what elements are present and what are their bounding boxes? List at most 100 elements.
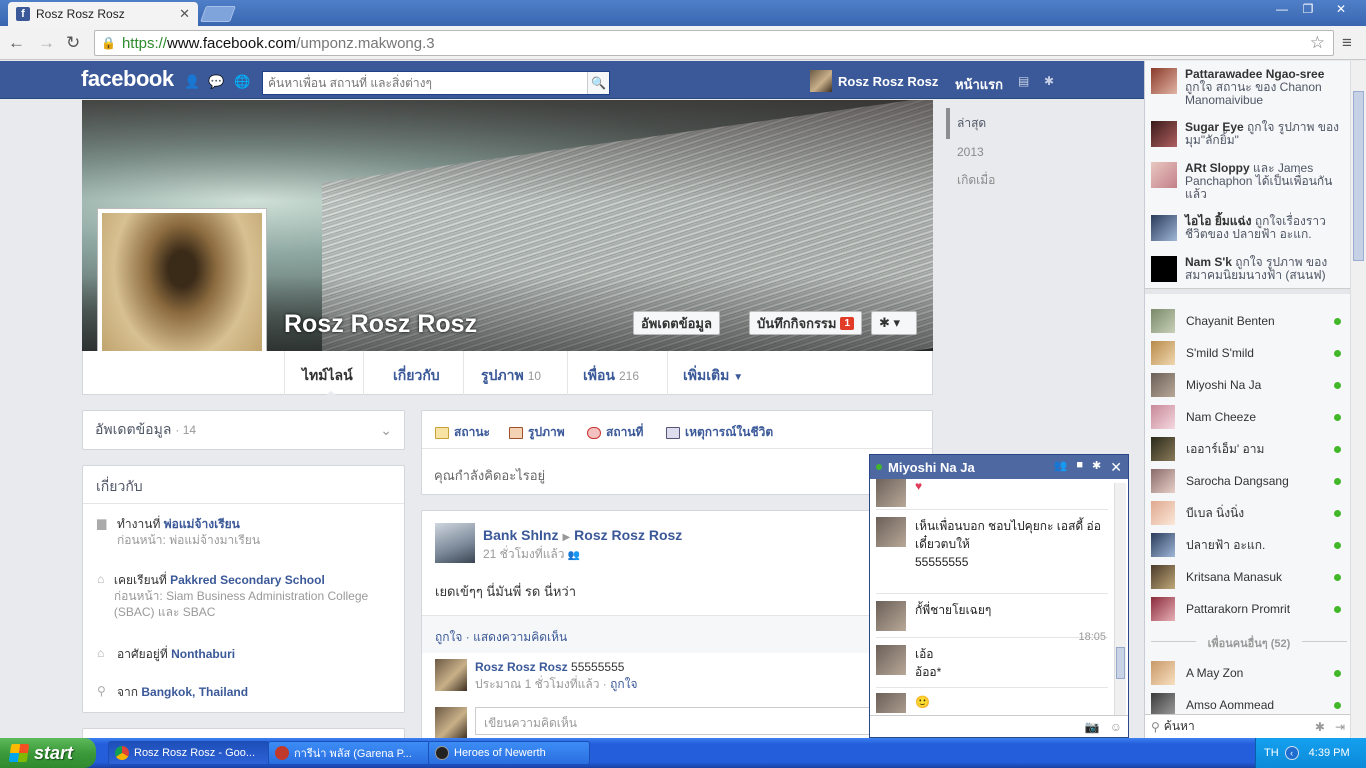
page-scrollbar[interactable] bbox=[1350, 61, 1366, 738]
comment-avatar[interactable] bbox=[435, 659, 467, 691]
ticker-item[interactable]: Sugar Eye ถูกใจ รูปภาพ ของ มุม"ลักยิ้ม" bbox=[1151, 121, 1343, 147]
ticker-item[interactable]: ARt Sloppy และ James Panchaphon ได้เป็นเ… bbox=[1151, 162, 1343, 201]
friend-online[interactable]: Pattarakorn Promrit bbox=[1151, 596, 1341, 622]
chat-scrollbar[interactable] bbox=[1114, 483, 1126, 715]
url-path: /umponz.makwong.3 bbox=[296, 34, 435, 52]
start-button[interactable]: start bbox=[0, 738, 96, 768]
friend-online[interactable]: Miyoshi Na Ja bbox=[1151, 372, 1341, 398]
location-pin-icon: ⚲ bbox=[97, 684, 106, 698]
notifications-globe-icon[interactable]: 🌐 bbox=[234, 74, 250, 89]
friend-online[interactable]: ปลายฟ้า อะแก. bbox=[1151, 532, 1341, 558]
friend-online[interactable]: A May Zon bbox=[1151, 660, 1341, 686]
hide-sidebar-icon[interactable]: ⇥ bbox=[1335, 720, 1345, 734]
minimize-button[interactable]: — bbox=[1268, 0, 1296, 18]
chat-settings-gear-icon[interactable]: ✱ bbox=[1092, 459, 1101, 476]
taskbar-item-hon[interactable]: Heroes of Newerth bbox=[428, 741, 590, 765]
user-profile-link[interactable]: Rosz Rosz Rosz bbox=[810, 70, 938, 92]
garena-icon bbox=[275, 746, 289, 760]
chat-input[interactable]: 📷 ☺ bbox=[870, 715, 1128, 737]
camera-icon[interactable]: 📷 bbox=[1085, 720, 1100, 734]
composer-tab-photo[interactable]: รูปภาพ bbox=[509, 423, 565, 442]
tab-more[interactable]: เพิ่มเติม ▼ bbox=[683, 365, 743, 387]
update-info-box[interactable]: อัพเดตข้อมูล · 14 ⌄ bbox=[82, 410, 405, 450]
chrome-menu-icon[interactable]: ≡ bbox=[1342, 33, 1352, 53]
post-text: เยดเข้ๆๆ นี่มันพี่ รด นี่หว่า bbox=[435, 584, 577, 599]
ticker-item[interactable]: Nam S'k ถูกใจ รูปภาพ ของ สมาคมนิยมนางฟ้า… bbox=[1151, 256, 1343, 282]
friend-online[interactable]: Kritsana Manasuk bbox=[1151, 564, 1341, 590]
tab-photos[interactable]: รูปภาพ 10 bbox=[481, 365, 541, 387]
tray-expand-icon[interactable]: ‹ bbox=[1284, 746, 1299, 760]
language-indicator[interactable]: TH bbox=[1264, 747, 1279, 759]
maximize-button[interactable]: ❐ bbox=[1294, 0, 1322, 18]
profile-name[interactable]: Rosz Rosz Rosz bbox=[284, 310, 477, 339]
search-input[interactable] bbox=[263, 73, 587, 93]
clock[interactable]: 4:39 PM bbox=[1309, 747, 1350, 759]
composer-tab-status[interactable]: สถานะ bbox=[435, 423, 490, 442]
chat-timestamp: 18:05 bbox=[1078, 631, 1106, 643]
friend-requests-icon[interactable]: 👤 bbox=[184, 74, 200, 89]
emoticon-icon[interactable]: ☺ bbox=[1110, 720, 1122, 734]
update-info-button[interactable]: อัพเดตข้อมูล bbox=[633, 311, 720, 335]
timeline-nav-recent[interactable]: ล่าสุด bbox=[946, 108, 995, 139]
about-header[interactable]: เกี่ยวกับ bbox=[83, 466, 404, 504]
taskbar-item-chrome[interactable]: Rosz Rosz Rosz - Goo... bbox=[108, 741, 270, 765]
ticker-item[interactable]: ไอไอ ยิ้มแฉ่ง ถูกใจเรื่องราวชีวิตของ ปลา… bbox=[1151, 215, 1343, 241]
forward-arrow-icon[interactable]: → bbox=[38, 33, 55, 53]
bookmark-star-icon[interactable]: ☆ bbox=[1310, 33, 1325, 53]
post-timestamp[interactable]: 21 ชั่วโมงที่แล้ว 👥 bbox=[483, 545, 580, 564]
ticker-item[interactable]: Pattarawadee Ngao-sree ถูกใจ สถานะ ของ C… bbox=[1151, 68, 1343, 107]
friend-online[interactable]: Chayanit Benten bbox=[1151, 308, 1341, 334]
status-input[interactable]: คุณกำลังคิดอะไรอยู่ bbox=[422, 448, 932, 494]
composer-tab-life-event[interactable]: เหตุการณ์ในชีวิต bbox=[666, 423, 773, 442]
chat-header[interactable]: Miyoshi Na Ja 👥 ■ ✱ ✕ bbox=[870, 455, 1128, 479]
chat-message: กั้พี่ชายโยเฉยๆ bbox=[876, 601, 991, 631]
post-author-link[interactable]: Bank ShInz bbox=[483, 527, 558, 543]
browser-tab[interactable]: f Rosz Rosz Rosz ✕ bbox=[8, 2, 198, 26]
lives-in-link[interactable]: Nonthaburi bbox=[171, 647, 235, 661]
reload-icon[interactable]: ↻ bbox=[66, 33, 80, 53]
sidebar-search-input[interactable]: ค้นหา bbox=[1164, 717, 1195, 736]
friend-online[interactable]: S'mild S'mild bbox=[1151, 340, 1341, 366]
address-bar[interactable]: 🔒 https:// www.facebook.com /umponz.makw… bbox=[94, 30, 1334, 56]
settings-gear-icon[interactable]: ✱ bbox=[1044, 74, 1054, 88]
tab-close-icon[interactable]: ✕ bbox=[179, 6, 190, 22]
messages-icon[interactable]: 💬 bbox=[208, 74, 224, 89]
school-link[interactable]: Pakkred Secondary School bbox=[170, 573, 325, 587]
ticker-resize-handle[interactable] bbox=[1145, 288, 1351, 294]
comment-like-link[interactable]: ถูกใจ bbox=[610, 677, 637, 691]
timeline-nav-2013[interactable]: 2013 bbox=[946, 139, 995, 165]
close-window-button[interactable]: ✕ bbox=[1326, 0, 1356, 18]
comment-author-link[interactable]: Rosz Rosz Rosz bbox=[475, 660, 568, 674]
activity-log-button[interactable]: บันทึกกิจกรรม 1 bbox=[749, 311, 863, 335]
post-author-avatar[interactable] bbox=[435, 523, 475, 563]
friend-online[interactable]: เออาร์เอ็ม' อาม bbox=[1151, 436, 1341, 462]
home-link[interactable]: หน้าแรก bbox=[955, 74, 1003, 95]
search-icon[interactable]: 🔍 bbox=[587, 72, 609, 94]
comment-input[interactable]: เขียนความคิดเห็น bbox=[475, 707, 915, 735]
friend-online[interactable]: Sarocha Dangsang bbox=[1151, 468, 1341, 494]
sidebar-search[interactable]: ⚲ ค้นหา ✱ ⇥ bbox=[1145, 714, 1351, 738]
post-target-link[interactable]: Rosz Rosz Rosz bbox=[574, 527, 682, 543]
facebook-logo[interactable]: facebook bbox=[81, 66, 174, 92]
friend-online[interactable]: บีเบล นิ่งนิ่ง bbox=[1151, 500, 1341, 526]
hometown-link[interactable]: Bangkok, Thailand bbox=[141, 685, 248, 699]
profile-settings-button[interactable]: ✱ ▾ bbox=[871, 311, 917, 335]
composer-tab-place[interactable]: สถานที่ bbox=[587, 423, 643, 442]
sidebar-options-gear-icon[interactable]: ✱ bbox=[1315, 720, 1325, 734]
close-chat-icon[interactable]: ✕ bbox=[1110, 459, 1122, 476]
taskbar-item-garena[interactable]: การีน่า พลัส (Garena P... bbox=[268, 741, 430, 765]
tab-friends[interactable]: เพื่อน 216 bbox=[583, 365, 639, 387]
back-arrow-icon[interactable]: ← bbox=[8, 33, 25, 53]
video-call-icon[interactable]: ■ bbox=[1076, 459, 1083, 476]
add-friends-to-chat-icon[interactable]: 👥 bbox=[1054, 459, 1068, 476]
tab-about[interactable]: เกี่ยวกับ bbox=[393, 365, 440, 387]
new-tab-button[interactable] bbox=[200, 6, 236, 22]
privacy-shortcuts-icon[interactable]: ▤ bbox=[1018, 74, 1029, 88]
chat-contact-name[interactable]: Miyoshi Na Ja bbox=[888, 460, 975, 475]
chevron-down-icon: ▼ bbox=[733, 372, 744, 383]
tab-timeline[interactable]: ไทม์ไลน์ bbox=[302, 365, 353, 387]
work-link[interactable]: พ่อแม่จ้างเรียน bbox=[164, 517, 240, 531]
post-actions[interactable]: ถูกใจ · แสดงความคิดเห็น bbox=[422, 615, 932, 653]
friend-online[interactable]: Nam Cheeze bbox=[1151, 404, 1341, 430]
timeline-nav-born[interactable]: เกิดเมื่อ bbox=[946, 165, 995, 196]
